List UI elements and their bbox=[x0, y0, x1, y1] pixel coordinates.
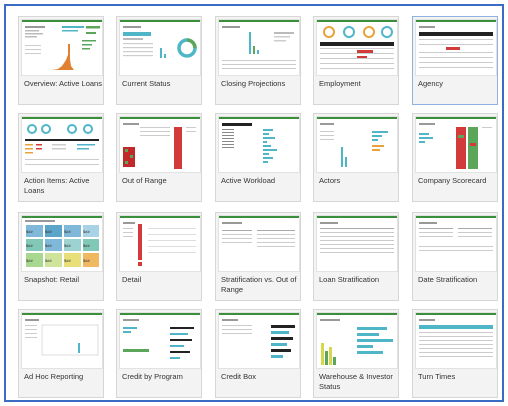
sheet-thumbnail bbox=[119, 19, 201, 76]
sheet-thumbnail bbox=[21, 116, 103, 173]
tile-value: $## bbox=[64, 258, 71, 263]
sheet-card-company-scorecard[interactable]: Company Scorecard bbox=[412, 113, 498, 202]
tile-value: $## bbox=[26, 258, 33, 263]
sheet-thumbnail bbox=[21, 19, 103, 76]
sheet-thumbnail bbox=[316, 215, 398, 272]
sheet-card-out-of-range[interactable]: Out of Range bbox=[116, 113, 202, 202]
sheet-card-snapshot-retail[interactable]: $## $## $## $## $## $## $## $## $## $## … bbox=[18, 212, 104, 301]
sheet-title: Employment bbox=[319, 79, 361, 88]
sheet-title: Stratification vs. Out of Range bbox=[221, 275, 297, 294]
sheet-thumbnail bbox=[316, 312, 398, 369]
sheet-title: Credit by Program bbox=[122, 372, 183, 381]
sheet-title: Out of Range bbox=[122, 176, 167, 185]
tile-value: $## bbox=[45, 229, 52, 234]
sheet-card-current-status[interactable]: Current Status bbox=[116, 16, 202, 105]
sheet-thumbnail bbox=[415, 215, 497, 272]
sheet-card-credit-by-program[interactable]: Credit by Program bbox=[116, 309, 202, 398]
sheet-title: Closing Projections bbox=[221, 79, 286, 88]
sheet-thumbnail bbox=[119, 116, 201, 173]
sheet-title: Turn Times bbox=[418, 372, 456, 381]
sheet-thumbnail bbox=[316, 116, 398, 173]
sheet-card-detail[interactable]: Detail bbox=[116, 212, 202, 301]
sheet-title: Detail bbox=[122, 275, 142, 284]
sheet-card-action-items[interactable]: Action Items: Active Loans bbox=[18, 113, 104, 202]
sheet-title: Active Workload bbox=[221, 176, 276, 185]
tile-value: $## bbox=[64, 229, 71, 234]
sheet-thumbnail bbox=[316, 19, 398, 76]
tile-value: $## bbox=[83, 258, 90, 263]
sheet-thumbnail bbox=[415, 19, 497, 76]
sheet-card-loan-stratification[interactable]: Loan Stratification bbox=[313, 212, 399, 301]
tile-value: $## bbox=[26, 243, 33, 248]
sheet-title: Current Status bbox=[122, 79, 171, 88]
sheet-title: Action Items: Active Loans bbox=[24, 176, 90, 195]
tile-value: $## bbox=[45, 243, 52, 248]
sheet-card-ad-hoc-reporting[interactable]: Ad Hoc Reporting bbox=[18, 309, 104, 398]
sheet-title: Credit Box bbox=[221, 372, 257, 381]
sheet-thumbnail bbox=[218, 215, 300, 272]
sheet-thumbnail bbox=[218, 312, 300, 369]
tile-value: $## bbox=[64, 243, 71, 248]
sheet-thumbnail bbox=[218, 19, 300, 76]
sheet-title: Warehouse & Investor Status bbox=[319, 372, 393, 391]
sheet-card-active-workload[interactable]: Active Workload bbox=[215, 113, 301, 202]
sheet-card-actors[interactable]: Actors bbox=[313, 113, 399, 202]
sheet-thumbnail bbox=[21, 312, 103, 369]
tile-value: $## bbox=[83, 229, 90, 234]
sheet-title: Agency bbox=[418, 79, 444, 88]
sheet-thumbnail bbox=[415, 116, 497, 173]
sheet-card-warehouse-investor[interactable]: Warehouse & Investor Status bbox=[313, 309, 399, 398]
sheet-card-credit-box[interactable]: Credit Box bbox=[215, 309, 301, 398]
sheet-title: Overview: Active Loans bbox=[24, 79, 102, 88]
sheet-card-overview[interactable]: Overview: Active Loans bbox=[18, 16, 104, 105]
sheet-card-agency[interactable]: Agency bbox=[412, 16, 498, 105]
sheet-card-stratification-oor[interactable]: Stratification vs. Out of Range bbox=[215, 212, 301, 301]
sheet-card-closing-projections[interactable]: Closing Projections bbox=[215, 16, 301, 105]
sheet-gallery: Overview: Active Loans Current Status Cl… bbox=[4, 4, 504, 402]
sheet-title: Actors bbox=[319, 176, 341, 185]
sheet-thumbnail bbox=[415, 312, 497, 369]
tile-value: $## bbox=[83, 243, 90, 248]
sheet-card-turn-times[interactable]: Turn Times bbox=[412, 309, 498, 398]
sheet-card-employment[interactable]: Employment bbox=[313, 16, 399, 105]
sheet-thumbnail bbox=[218, 116, 300, 173]
sheet-thumbnail bbox=[119, 312, 201, 369]
sheet-thumbnail bbox=[119, 215, 201, 272]
sheet-title: Company Scorecard bbox=[418, 176, 487, 185]
sheet-title: Date Stratification bbox=[418, 275, 478, 284]
tile-value: $## bbox=[26, 229, 33, 234]
sheet-title: Ad Hoc Reporting bbox=[24, 372, 84, 381]
sheet-title: Snapshot: Retail bbox=[24, 275, 80, 284]
tile-value: $## bbox=[45, 258, 52, 263]
sheet-thumbnail: $## $## $## $## $## $## $## $## $## $## … bbox=[21, 215, 103, 272]
sheet-card-date-stratification[interactable]: Date Stratification bbox=[412, 212, 498, 301]
sheet-title: Loan Stratification bbox=[319, 275, 380, 284]
